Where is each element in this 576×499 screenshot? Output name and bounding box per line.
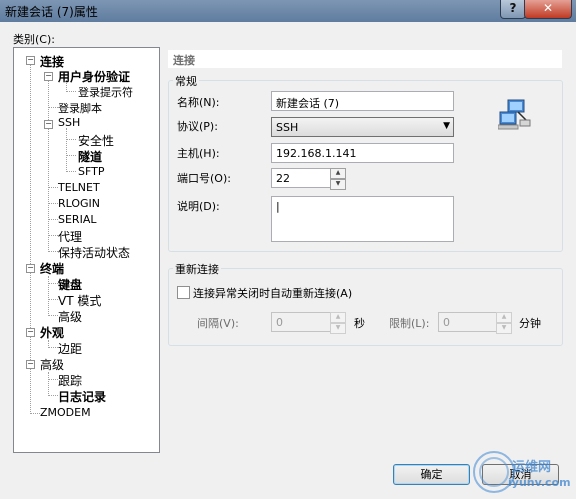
- port-stepper[interactable]: ▲ ▼: [330, 168, 346, 190]
- interval-stepper[interactable]: ▲ ▼: [330, 312, 346, 334]
- tree-line: [48, 251, 58, 252]
- tree-item-user-auth[interactable]: 用户身份验证: [58, 68, 130, 85]
- collapse-icon[interactable]: −: [26, 328, 35, 337]
- tree-line: [48, 219, 58, 220]
- tree-line: [48, 80, 49, 250]
- limit-input[interactable]: 0: [438, 312, 498, 332]
- tree-line: [66, 171, 76, 172]
- chevron-down-icon[interactable]: ▼: [330, 179, 346, 190]
- chevron-down-icon[interactable]: ▼: [330, 323, 346, 334]
- tree-item-telnet[interactable]: TELNET: [58, 181, 100, 194]
- tree-line: [48, 299, 58, 300]
- protocol-select[interactable]: SSH ▼: [271, 117, 454, 137]
- tree-item-zmodem[interactable]: ZMODEM: [40, 406, 91, 419]
- tree-line: [48, 372, 49, 396]
- chevron-down-icon: ▼: [443, 121, 450, 131]
- watermark-url: iyunv.com: [508, 476, 571, 489]
- tree-line: [66, 128, 67, 172]
- ok-button[interactable]: 确定: [393, 464, 470, 485]
- chevron-up-icon[interactable]: ▲: [330, 168, 346, 179]
- chevron-down-icon[interactable]: ▼: [496, 323, 512, 334]
- tree-item-keepalive[interactable]: 保持活动状态: [58, 244, 130, 261]
- tree-line: [66, 91, 76, 92]
- tree-item-terminal-advanced[interactable]: 高级: [58, 308, 82, 325]
- general-group-title: 常规: [173, 73, 199, 89]
- tree-item-terminal[interactable]: 终端: [40, 260, 64, 277]
- tree-item-ssh[interactable]: SSH: [58, 116, 80, 129]
- collapse-icon[interactable]: −: [44, 72, 53, 81]
- chevron-up-icon[interactable]: ▲: [330, 312, 346, 323]
- auto-reconnect-checkbox[interactable]: [177, 286, 190, 299]
- minutes-label: 分钟: [519, 317, 541, 330]
- description-textarea[interactable]: |: [271, 196, 454, 242]
- tree-item-security[interactable]: 安全性: [78, 132, 114, 149]
- tree-item-advanced[interactable]: 高级: [40, 356, 64, 373]
- seconds-label: 秒: [354, 317, 365, 330]
- category-tree[interactable]: − 连接 − 用户身份验证 登录提示符 登录脚本 − SSH 安全性 隧道 SF…: [13, 47, 160, 453]
- name-label: 名称(N):: [177, 96, 220, 109]
- tree-line: [48, 347, 58, 348]
- reconnect-group: [168, 268, 563, 346]
- tree-item-proxy[interactable]: 代理: [58, 228, 82, 245]
- tree-item-appearance[interactable]: 外观: [40, 324, 64, 341]
- host-label: 主机(H):: [177, 147, 220, 160]
- tree-item-vt-mode[interactable]: VT 模式: [58, 292, 101, 309]
- tree-line: [48, 187, 58, 188]
- tree-line: [30, 413, 40, 414]
- watermark: 运维网 iyunv.com: [470, 448, 571, 496]
- network-icon: [498, 99, 531, 130]
- collapse-icon[interactable]: −: [44, 120, 53, 129]
- window-title: 新建会话 (7)属性: [5, 5, 98, 19]
- tree-line: [66, 139, 76, 140]
- collapse-icon[interactable]: −: [26, 360, 35, 369]
- host-input[interactable]: 192.168.1.141: [271, 143, 454, 163]
- tree-line: [48, 395, 58, 396]
- port-label: 端口号(O):: [177, 172, 231, 185]
- tree-line: [48, 203, 58, 204]
- tree-line: [48, 379, 58, 380]
- category-label: 类别(C):: [13, 33, 55, 46]
- collapse-icon[interactable]: −: [26, 56, 35, 65]
- tree-item-margin[interactable]: 边距: [58, 340, 82, 357]
- tree-line: [48, 283, 58, 284]
- interval-label: 间隔(V):: [197, 317, 239, 330]
- chevron-up-icon[interactable]: ▲: [496, 312, 512, 323]
- help-button[interactable]: ?: [500, 0, 526, 19]
- tree-line: [48, 235, 58, 236]
- reconnect-group-title: 重新连接: [173, 261, 221, 277]
- limit-label: 限制(L):: [389, 317, 430, 330]
- tree-item-rlogin[interactable]: RLOGIN: [58, 197, 100, 210]
- watermark-text: 运维网: [512, 460, 552, 475]
- tree-item-login-prompt[interactable]: 登录提示符: [78, 84, 133, 100]
- tree-item-keyboard[interactable]: 键盘: [58, 276, 82, 293]
- tree-item-tunnel[interactable]: 隧道: [78, 148, 102, 165]
- limit-stepper[interactable]: ▲ ▼: [496, 312, 512, 334]
- name-input[interactable]: 新建会话 (7): [271, 91, 454, 111]
- collapse-icon[interactable]: −: [26, 264, 35, 273]
- description-label: 说明(D):: [177, 200, 220, 213]
- tree-line: [66, 155, 76, 156]
- section-header-title: 连接: [173, 54, 195, 67]
- auto-reconnect-label[interactable]: 连接异常关闭时自动重新连接(A): [193, 285, 352, 301]
- port-input[interactable]: 22: [271, 168, 331, 188]
- protocol-value: SSH: [276, 121, 299, 134]
- tree-item-serial[interactable]: SERIAL: [58, 213, 96, 226]
- tree-line: [48, 276, 49, 316]
- tree-item-trace[interactable]: 跟踪: [58, 372, 82, 389]
- section-header: 连接: [168, 50, 562, 68]
- protocol-label: 协议(P):: [177, 120, 218, 133]
- tree-line: [48, 107, 58, 108]
- tree-line: [48, 315, 58, 316]
- tree-item-login-script[interactable]: 登录脚本: [58, 100, 102, 116]
- tree-item-logging[interactable]: 日志记录: [58, 388, 106, 405]
- interval-input[interactable]: 0: [271, 312, 331, 332]
- close-button[interactable]: ✕: [524, 0, 572, 19]
- title-bar: 新建会话 (7)属性 ? ✕: [0, 0, 576, 22]
- tree-item-sftp[interactable]: SFTP: [78, 165, 104, 178]
